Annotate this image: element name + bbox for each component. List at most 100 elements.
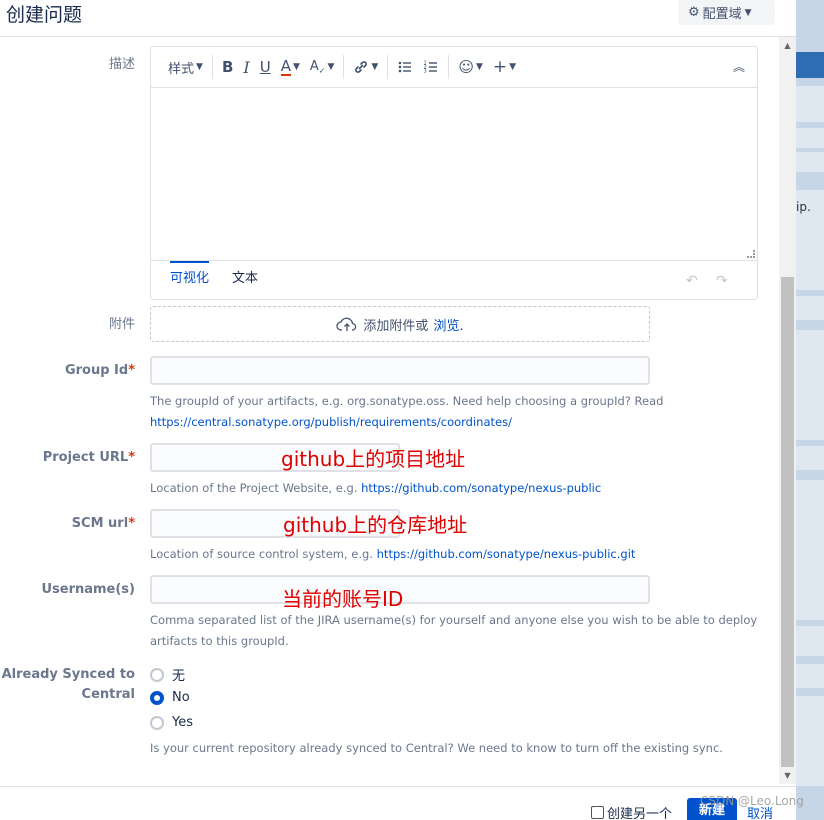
- redo-icon[interactable]: ↷: [716, 273, 728, 289]
- toolbar-divider: [448, 55, 450, 79]
- create-another-checkbox[interactable]: 创建另一个: [591, 803, 672, 820]
- radio-no[interactable]: No: [150, 690, 190, 705]
- gear-icon: ⚙: [688, 5, 700, 20]
- text-format-icon: A✓: [309, 58, 326, 76]
- usernames-help: Comma separated list of the JIRA usernam…: [150, 613, 758, 648]
- project-url-label-text: Project URL: [42, 450, 129, 465]
- description-textarea[interactable]: [151, 88, 757, 260]
- italic-button[interactable]: I: [238, 53, 254, 81]
- radio-button[interactable]: [150, 667, 164, 682]
- scrollbar-thumb[interactable]: [781, 277, 794, 767]
- attachment-text: 添加附件或: [363, 318, 429, 334]
- radio-yes-label: Yes: [172, 715, 193, 730]
- project-url-annotation: github上的项目地址: [281, 447, 466, 471]
- tab-visual[interactable]: 可视化: [170, 261, 210, 286]
- description-editor: 样式 ▼ B I U A ▼ A✓ ▼ ▼ 1 2 3 ☺ ▼ + ▼ ︽ 可视…: [150, 46, 758, 300]
- watermark: CSDN @Leo.Long: [700, 794, 804, 808]
- bullet-list-icon: [399, 61, 412, 73]
- link-button[interactable]: ▼: [348, 53, 383, 81]
- project-url-help: Location of the Project Website, e.g. ht…: [150, 478, 760, 499]
- radio-yes[interactable]: Yes: [150, 715, 193, 730]
- coordinates-link[interactable]: https://central.sonatype.org/publish/req…: [150, 415, 512, 429]
- bullet-list-button[interactable]: [392, 53, 418, 81]
- chevron-down-icon: ▼: [196, 62, 203, 72]
- project-url-label: Project URL*: [43, 450, 135, 465]
- bold-button[interactable]: B: [217, 53, 238, 81]
- radio-no-label: No: [172, 690, 190, 705]
- nexus-public-link[interactable]: https://github.com/sonatype/nexus-public: [361, 481, 601, 495]
- collapse-toolbar-icon[interactable]: ︽: [733, 58, 745, 75]
- text-style-dropdown[interactable]: 样式 ▼: [163, 53, 208, 81]
- scroll-down-arrow[interactable]: ▼: [779, 767, 796, 784]
- link-icon: [355, 61, 368, 73]
- editor-mode-bar: 可视化 文本 ↶ ↷: [151, 260, 757, 299]
- editor-toolbar: 样式 ▼ B I U A ▼ A✓ ▼ ▼ 1 2 3 ☺ ▼ + ▼ ︽: [151, 47, 757, 88]
- chevron-down-icon: ▼: [744, 7, 752, 18]
- cloud-upload-icon: [336, 317, 357, 331]
- chevron-down-icon: ▼: [327, 62, 335, 72]
- footer-divider: [0, 786, 796, 787]
- configure-fields-label: 配置域: [702, 7, 742, 22]
- scrollbar[interactable]: ▲ ▼: [779, 37, 796, 784]
- tab-text[interactable]: 文本: [232, 267, 258, 286]
- radio-button-selected[interactable]: [150, 690, 164, 705]
- already-synced-label-line2: Central: [81, 687, 135, 702]
- create-issue-dialog: ip. 创建问题 ⚙ 配置域 ▼ ▲ ▼ 描述 样式 ▼ B I U A ▼ A…: [0, 0, 824, 820]
- insert-more-button[interactable]: + ▼: [488, 53, 521, 81]
- group-id-label-text: Group Id: [64, 363, 129, 378]
- scm-url-help: Location of source control system, e.g. …: [150, 544, 760, 565]
- toolbar-divider: [343, 55, 345, 79]
- undo-icon[interactable]: ↶: [686, 273, 698, 289]
- usernames-label: Username(s): [41, 582, 135, 597]
- dialog-title: 创建问题: [6, 4, 83, 26]
- text-color-button[interactable]: A ▼: [276, 53, 305, 81]
- already-synced-label: Already Synced to Central: [2, 665, 135, 705]
- required-marker: *: [128, 450, 135, 465]
- text-style-label: 样式: [168, 61, 195, 77]
- toolbar-divider: [387, 55, 389, 79]
- configure-fields-button[interactable]: ⚙ 配置域 ▼: [678, 0, 775, 25]
- scroll-up-arrow[interactable]: ▲: [779, 37, 796, 54]
- group-id-help-text: The groupId of your artifacts, e.g. org.…: [150, 394, 664, 408]
- more-formatting-button[interactable]: A✓ ▼: [305, 53, 340, 81]
- radio-none[interactable]: 无: [150, 665, 185, 684]
- background-text: ip.: [796, 200, 811, 214]
- chevron-down-icon: ▼: [509, 62, 517, 72]
- group-id-help: The groupId of your artifacts, e.g. org.…: [150, 391, 760, 433]
- header-divider: [0, 36, 796, 37]
- required-marker: *: [128, 516, 135, 531]
- radio-none-label: 无: [172, 669, 186, 684]
- resize-handle-icon[interactable]: [747, 250, 755, 258]
- attachment-dropzone[interactable]: 添加附件或 浏览.: [150, 306, 650, 342]
- numbered-list-icon: 1 2 3: [424, 61, 438, 75]
- chevron-down-icon: ▼: [475, 62, 483, 72]
- already-synced-help: Is your current repository already synce…: [150, 741, 723, 755]
- emoji-button[interactable]: ☺ ▼: [453, 53, 488, 81]
- create-another-label: 创建另一个: [607, 807, 673, 820]
- numbered-list-button[interactable]: 1 2 3: [418, 53, 444, 81]
- svg-text:3: 3: [424, 69, 427, 75]
- plus-icon: +: [492, 57, 508, 77]
- browse-link[interactable]: 浏览.: [433, 315, 463, 334]
- group-id-label: Group Id*: [65, 363, 135, 378]
- scm-url-annotation: github上的仓库地址: [283, 513, 468, 537]
- already-synced-label-line1: Already Synced to: [1, 667, 135, 682]
- project-url-help-text: Location of the Project Website, e.g.: [150, 481, 358, 495]
- underline-button[interactable]: U: [255, 53, 276, 81]
- toolbar-divider: [211, 55, 213, 79]
- nexus-public-git-link[interactable]: https://github.com/sonatype/nexus-public…: [377, 547, 636, 561]
- chevron-down-icon: ▼: [292, 62, 300, 72]
- emoji-icon: ☺: [458, 58, 474, 76]
- radio-button[interactable]: [150, 715, 164, 730]
- scm-url-label: SCM url*: [72, 516, 135, 531]
- description-label: 描述: [108, 57, 135, 72]
- chevron-down-icon: ▼: [371, 62, 379, 72]
- scm-url-label-text: SCM url: [71, 516, 129, 531]
- text-color-icon: A: [280, 57, 291, 76]
- attachment-label: 附件: [108, 317, 135, 332]
- group-id-input[interactable]: [150, 356, 650, 385]
- checkbox[interactable]: [591, 806, 604, 819]
- usernames-annotation: 当前的账号ID: [282, 587, 404, 611]
- scm-url-help-text: Location of source control system, e.g.: [150, 547, 373, 561]
- background-page: ip.: [796, 0, 824, 820]
